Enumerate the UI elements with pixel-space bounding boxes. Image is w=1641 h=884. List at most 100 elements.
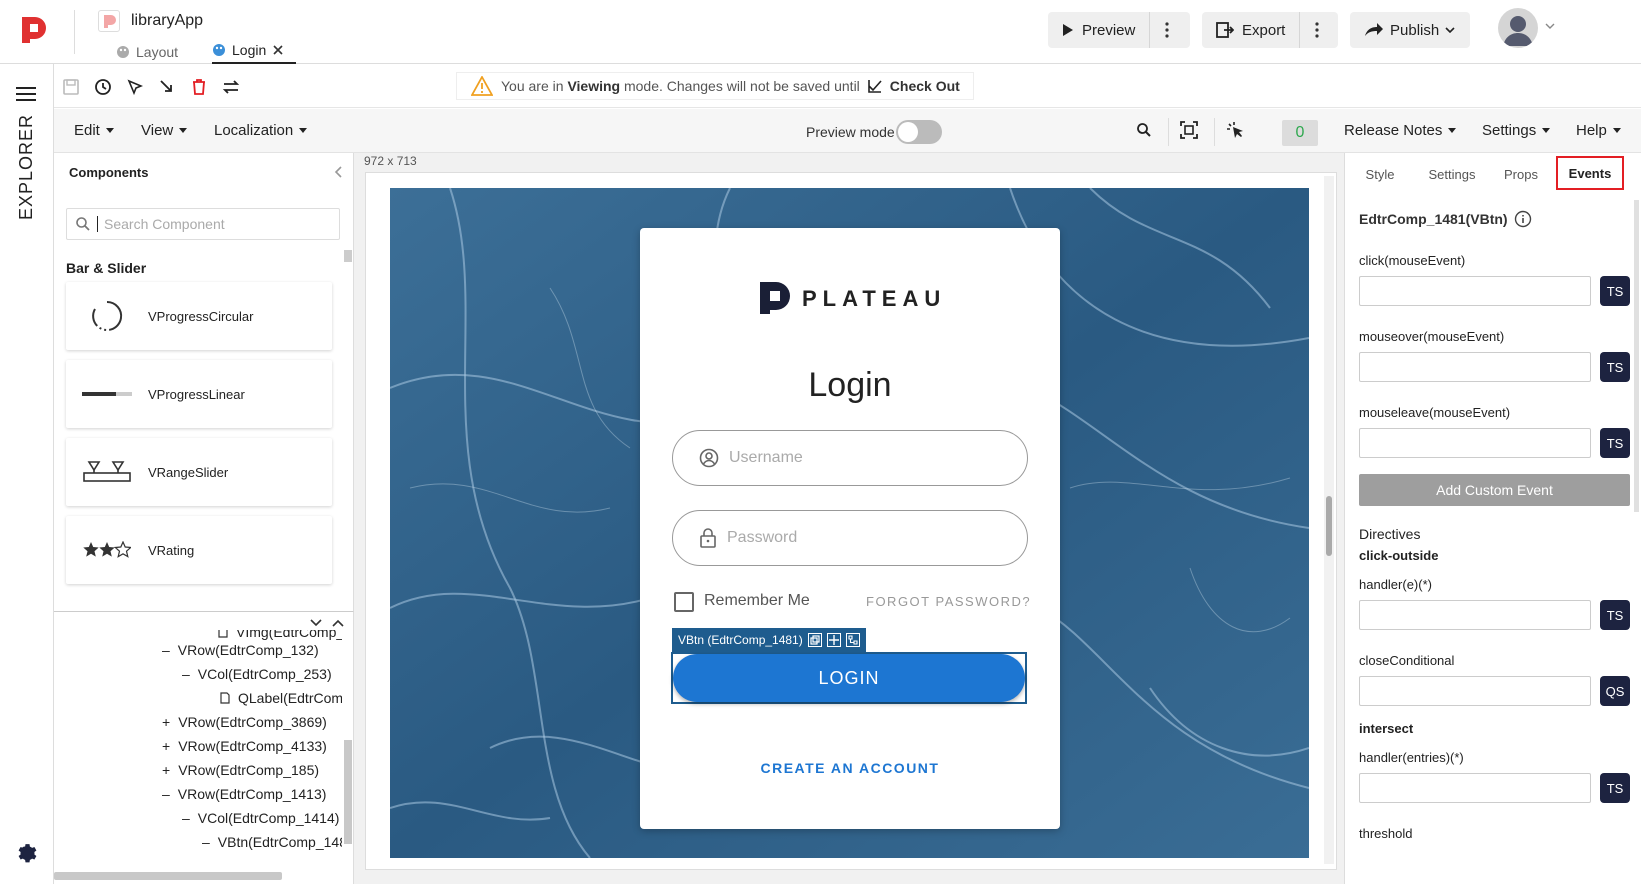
password-field[interactable]: Password <box>672 510 1028 566</box>
close-icon[interactable] <box>272 44 284 56</box>
tab-events[interactable]: Events <box>1556 156 1624 190</box>
edit-menu-label: Edit <box>74 122 100 139</box>
tree-structure-icon[interactable] <box>845 633 860 647</box>
qs-button-close-conditional[interactable]: QS <box>1600 676 1630 706</box>
chevron-up-icon[interactable] <box>332 619 344 627</box>
delete-icon[interactable] <box>188 76 210 98</box>
remember-me-checkbox[interactable] <box>674 592 694 612</box>
file-tab-login[interactable]: Login <box>212 40 296 64</box>
handler-entries-input[interactable] <box>1359 773 1591 803</box>
login-button[interactable]: LOGIN <box>673 654 1025 702</box>
help-menu[interactable]: Help <box>1576 122 1621 139</box>
properties-scrollbar[interactable] <box>1634 200 1639 512</box>
component-card-vprogresscircular[interactable]: VProgressCircular <box>66 282 332 350</box>
localization-menu[interactable]: Localization <box>214 122 308 139</box>
tree-toggle[interactable]: + <box>162 738 170 754</box>
chevron-down-icon[interactable] <box>1545 23 1555 29</box>
count-badge: 0 <box>1282 120 1318 146</box>
ts-button-mouseleave[interactable]: TS <box>1600 428 1630 458</box>
view-menu[interactable]: View <box>141 122 188 139</box>
edit-menu[interactable]: Edit <box>74 122 114 139</box>
export-button[interactable]: Export <box>1202 12 1299 48</box>
qr-scan-icon[interactable] <box>1180 121 1198 139</box>
components-scrollbar[interactable] <box>344 250 352 262</box>
gear-icon[interactable] <box>15 842 39 866</box>
tree-item[interactable]: – VBtn(EdtrComp_148 <box>202 834 342 850</box>
user-avatar[interactable] <box>1498 8 1538 48</box>
tree-item[interactable]: – VRow(EdtrComp_1413) <box>162 786 326 802</box>
ts-button-handler-entries[interactable]: TS <box>1600 773 1630 803</box>
tree-item[interactable]: QLabel(EdtrComp <box>220 690 342 706</box>
event-input-click[interactable] <box>1359 276 1591 306</box>
close-conditional-input[interactable] <box>1359 676 1591 706</box>
ts-button-mouseover[interactable]: TS <box>1600 352 1630 382</box>
click-pointer-icon[interactable] <box>1226 121 1244 139</box>
tree-item[interactable]: + VRow(EdtrComp_4133) <box>162 738 327 754</box>
component-card-vrating[interactable]: VRating <box>66 516 332 584</box>
move-cursor-icon[interactable] <box>156 76 178 98</box>
tree-item[interactable]: – VCol(EdtrComp_253) <box>182 666 332 682</box>
preview-button[interactable]: Preview <box>1048 12 1149 48</box>
forgot-password-link[interactable]: FORGOT PASSWORD? <box>866 594 1031 609</box>
history-icon[interactable] <box>92 76 114 98</box>
component-name: VRangeSlider <box>148 464 229 480</box>
component-group-title: Bar & Slider <box>66 260 147 276</box>
copy-icon[interactable] <box>807 633 822 647</box>
preview-more-button[interactable] <box>1149 12 1183 48</box>
canvas-vertical-scrollbar[interactable] <box>1324 176 1334 864</box>
tree-item[interactable]: – VRow(EdtrComp_132) <box>162 642 319 658</box>
event-input-mouseover[interactable] <box>1359 352 1591 382</box>
publish-button[interactable]: Publish <box>1350 12 1470 48</box>
tab-props[interactable]: Props <box>1494 158 1548 190</box>
swap-icon[interactable] <box>220 76 242 98</box>
component-card-vprogresslinear[interactable]: VProgressLinear <box>66 360 332 428</box>
component-card-vrangeslider[interactable]: VRangeSlider <box>66 438 332 506</box>
explorer-tab[interactable]: EXPLORER <box>16 114 38 220</box>
release-notes-menu[interactable]: Release Notes <box>1344 122 1457 139</box>
export-more-button[interactable] <box>1299 12 1333 48</box>
ts-button-handler-e[interactable]: TS <box>1600 600 1630 630</box>
username-field[interactable]: Username <box>672 430 1028 486</box>
release-notes-label: Release Notes <box>1344 122 1443 139</box>
search-icon[interactable] <box>1136 122 1152 138</box>
app-logo-icon[interactable] <box>22 17 46 43</box>
tree-toggle[interactable]: – <box>162 642 170 658</box>
caret-down-icon <box>105 128 114 133</box>
tree-toggle[interactable]: – <box>182 666 190 682</box>
chevron-left-icon[interactable] <box>334 166 342 178</box>
chevron-down-icon[interactable] <box>310 619 322 627</box>
tab-style[interactable]: Style <box>1352 158 1408 190</box>
tree-item-label: VCol(EdtrComp_1414) <box>197 810 340 826</box>
add-custom-event-button[interactable]: Add Custom Event <box>1359 474 1630 506</box>
tree-item[interactable]: + VRow(EdtrComp_185) <box>162 762 319 778</box>
file-tab-layout[interactable]: Layout <box>116 40 178 64</box>
warning-icon <box>471 76 493 96</box>
tree-toggle[interactable]: + <box>162 714 170 730</box>
info-icon[interactable] <box>1514 210 1532 228</box>
check-out-link[interactable]: Check Out <box>890 78 960 94</box>
tree-horizontal-scrollbar[interactable] <box>54 872 282 880</box>
create-account-link[interactable]: CREATE AN ACCOUNT <box>640 760 1060 776</box>
hamburger-menu-icon[interactable] <box>16 86 36 102</box>
ts-button-click[interactable]: TS <box>1600 276 1630 306</box>
settings-menu-label: Settings <box>1482 122 1537 139</box>
component-search-field[interactable]: Search Component <box>66 208 340 240</box>
tree-toggle[interactable]: + <box>162 762 170 778</box>
event-input-mouseleave[interactable] <box>1359 428 1591 458</box>
tree-item[interactable]: – VCol(EdtrComp_1414) <box>182 810 339 826</box>
tree-item[interactable]: + VRow(EdtrComp_3869) <box>162 714 327 730</box>
tree-vertical-scrollbar[interactable] <box>344 740 352 844</box>
tab-settings[interactable]: Settings <box>1418 158 1486 190</box>
tree-item[interactable]: VImg(EdtrComp_ <box>218 630 342 640</box>
tree-toggle[interactable]: – <box>182 810 190 826</box>
save-icon[interactable] <box>60 76 82 98</box>
move-icon[interactable] <box>826 633 841 647</box>
view-menu-label: View <box>141 122 174 139</box>
tree-toggle[interactable]: – <box>162 786 170 802</box>
select-cursor-icon[interactable] <box>124 76 146 98</box>
settings-menu[interactable]: Settings <box>1482 122 1551 139</box>
tree-toggle[interactable]: – <box>202 834 210 850</box>
preview-mode-toggle[interactable] <box>896 120 942 144</box>
caret-down-icon <box>1542 128 1551 133</box>
handler-e-input[interactable] <box>1359 600 1591 630</box>
